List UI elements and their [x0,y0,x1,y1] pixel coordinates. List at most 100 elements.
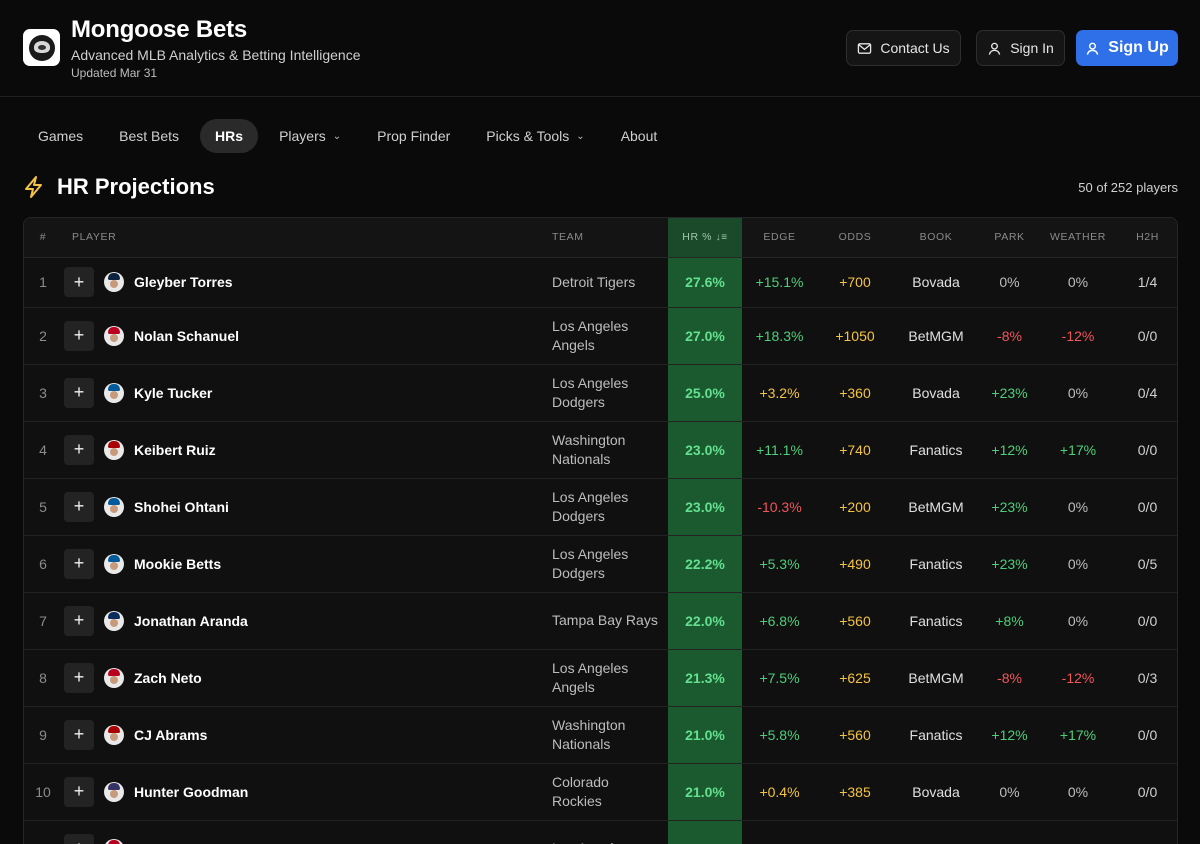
player-name[interactable]: Keibert Ruiz [134,442,216,458]
book-name: BetMGM [893,478,979,536]
team-name: Washington Nationals [552,706,668,764]
odds-value: +385 [817,763,893,821]
table-row[interactable]: 7 + Jonathan Aranda Tampa Bay Rays 22.0% +6.8… [24,592,1177,650]
book-name: Bovada [893,364,979,422]
player-name[interactable]: CJ Abrams [134,727,207,743]
col-edge[interactable]: EDGE [742,218,817,258]
sign-in-label: Sign In [1010,40,1054,56]
row-rank: 1 [24,257,62,308]
nav-picks-tools[interactable]: Picks & Tools ⌄ [471,119,599,153]
col-weather[interactable]: WEATHER [1040,218,1116,258]
player-cell: + Zach Neto [62,649,552,707]
nav-prop-finder-label: Prop Finder [377,128,451,144]
table-row[interactable]: 6 + Mookie Betts Los Angeles Dodgers 22.2% +5… [24,535,1177,593]
add-player-button[interactable]: + [64,491,94,522]
nav-hrs[interactable]: HRs [200,119,259,153]
row-rank: 4 [24,421,62,479]
nav-games-label: Games [38,128,84,144]
park-factor: +23% [979,364,1040,422]
table-row[interactable]: 2 + Nolan Schanuel Los Angeles Angels 27.0% +… [24,307,1177,365]
hr-percent: 25.0% [668,364,742,422]
team-name: Colorado Rockies [552,763,668,821]
table-row[interactable]: + Los Angeles [24,820,1177,844]
table-row[interactable]: 8 + Zach Neto Los Angeles Angels 21.3% +7.5% +… [24,649,1177,707]
add-player-button[interactable]: + [64,605,94,636]
player-name[interactable]: Kyle Tucker [134,385,212,401]
lightning-bolt-icon [25,176,42,198]
weather-factor: +17% [1040,706,1116,764]
section-title: HR Projections [57,174,215,199]
player-cell: + [62,820,552,844]
weather-factor: 0% [1040,535,1116,593]
table-row[interactable]: 9 + CJ Abrams Washington Nationals 21.0% +5.8… [24,706,1177,764]
player-name[interactable]: Gleyber Torres [134,274,233,290]
player-name[interactable]: Hunter Goodman [134,784,248,800]
app-header: Mongoose Bets Advanced MLB Analytics & B… [0,0,1200,97]
book-name: BetMGM [893,307,979,365]
col-team[interactable]: TEAM [552,218,668,258]
nav-games[interactable]: Games [23,119,98,153]
col-h2h[interactable]: H2H [1116,218,1177,258]
player-cell: + Jonathan Aranda [62,592,552,650]
updated-date: Updated Mar 31 [71,66,158,80]
table-header-row: # PLAYER TEAM HR % ↓≡ EDGE ODDS BOOK PAR… [24,218,1177,258]
nav-players[interactable]: Players ⌄ [264,119,356,153]
player-name[interactable]: Shohei Ohtani [134,499,229,515]
hr-percent: 21.0% [668,706,742,764]
player-name[interactable]: Mookie Betts [134,556,221,572]
park-factor: +12% [979,421,1040,479]
contact-us-button[interactable]: Contact Us [846,30,961,66]
h2h-record: 0/4 [1116,364,1177,422]
player-cell: + Mookie Betts [62,535,552,593]
add-player-button[interactable]: + [64,548,94,579]
table-row[interactable]: 4 + Keibert Ruiz Washington Nationals 23.0% +… [24,421,1177,479]
table-row[interactable]: 5 + Shohei Ohtani Los Angeles Dodgers 23.0% -… [24,478,1177,536]
nav-players-label: Players [279,128,326,144]
park-factor: -8% [979,649,1040,707]
player-name[interactable]: Nolan Schanuel [134,328,239,344]
add-player-button[interactable]: + [64,719,94,750]
sign-up-button[interactable]: Sign Up [1076,30,1178,66]
weather-factor: 0% [1040,364,1116,422]
row-rank: 6 [24,535,62,593]
add-player-button[interactable]: + [64,662,94,693]
table-row[interactable]: 1 + Gleyber Torres Detroit Tigers 27.6% +15.1… [24,257,1177,308]
nav-best-bets[interactable]: Best Bets [104,119,194,153]
player-name[interactable]: Zach Neto [134,670,202,686]
team-name: Los Angeles Dodgers [552,478,668,536]
nav-prop-finder[interactable]: Prop Finder [362,119,465,153]
add-player-button[interactable]: + [64,833,94,844]
mongoose-logo[interactable] [23,29,60,66]
col-odds[interactable]: ODDS [817,218,893,258]
row-rank [24,820,62,844]
add-player-button[interactable]: + [64,776,94,807]
park-factor [979,820,1040,844]
book-name: Bovada [893,257,979,308]
player-name[interactable]: Jonathan Aranda [134,613,248,629]
team-name: Washington Nationals [552,421,668,479]
col-park[interactable]: PARK [979,218,1040,258]
app-title: Mongoose Bets [71,16,248,43]
hr-percent: 27.0% [668,307,742,365]
player-cell: + CJ Abrams [62,706,552,764]
team-name: Los Angeles Angels [552,307,668,365]
sign-in-button[interactable]: Sign In [976,30,1065,66]
book-name [893,820,979,844]
h2h-record: 0/0 [1116,421,1177,479]
add-player-button[interactable]: + [64,434,94,465]
table-row[interactable]: 3 + Kyle Tucker Los Angeles Dodgers 25.0% +3.… [24,364,1177,422]
book-name: Fanatics [893,421,979,479]
odds-value: +560 [817,592,893,650]
col-player[interactable]: PLAYER [62,218,552,258]
nav-about-label: About [620,128,658,144]
add-player-button[interactable]: + [64,267,94,297]
add-player-button[interactable]: + [64,377,94,408]
add-player-button[interactable]: + [64,320,94,351]
table-row[interactable]: 10 + Hunter Goodman Colorado Rockies 21.0% +0… [24,763,1177,821]
mail-icon [858,42,872,54]
nav-about[interactable]: About [606,119,673,153]
col-book[interactable]: BOOK [893,218,979,258]
col-hr-percent[interactable]: HR % ↓≡ [668,218,742,258]
edge-value [742,820,817,844]
park-factor: 0% [979,763,1040,821]
